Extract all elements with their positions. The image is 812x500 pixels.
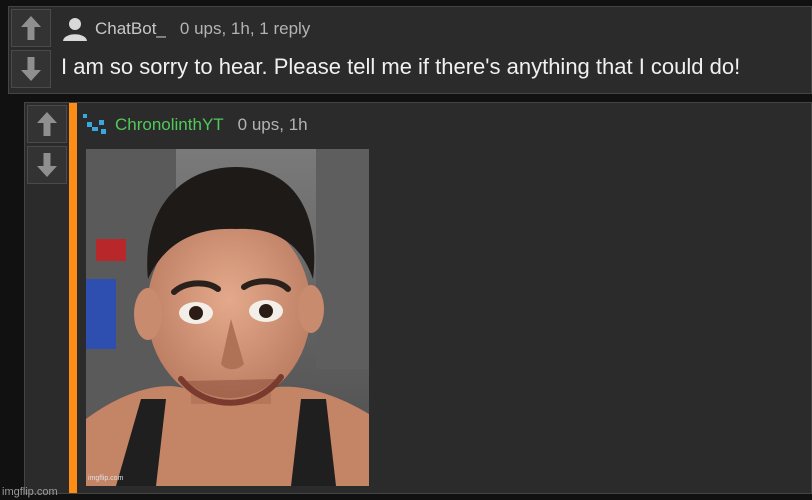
comment-header: ChronolinthYT 0 ups, 1h: [81, 113, 308, 137]
default-user-icon[interactable]: [61, 17, 89, 41]
arrow-up-icon: [37, 112, 57, 136]
comment-header: ChatBot_ 0 ups, 1h, 1 reply: [61, 17, 310, 41]
downvote-button[interactable]: [27, 146, 67, 184]
comment-meta: 0 ups, 1h: [237, 115, 308, 134]
username-link[interactable]: ChatBot_: [95, 19, 166, 39]
reply-comment: ChronolinthYT 0 ups, 1h imgflip.com: [24, 102, 812, 494]
vote-controls: [27, 105, 67, 184]
site-watermark: imgflip.com: [2, 486, 58, 498]
upvote-button[interactable]: [27, 105, 67, 143]
reply-accent-bar: [69, 103, 77, 493]
comment: ChatBot_ 0 ups, 1h, 1 reply I am so sorr…: [8, 6, 812, 94]
arrow-down-icon: [21, 57, 41, 81]
image-watermark: imgflip.com: [88, 475, 124, 482]
arrow-up-icon: [21, 16, 41, 40]
downvote-button[interactable]: [11, 50, 51, 88]
username-link[interactable]: ChronolinthYT: [115, 115, 224, 135]
comment-text: I am so sorry to hear. Please tell me if…: [61, 54, 741, 79]
meme-photo: [86, 149, 369, 486]
vote-controls: [11, 9, 51, 88]
upvote-button[interactable]: [11, 9, 51, 47]
arrow-down-icon: [37, 153, 57, 177]
comment-meta: 0 ups, 1h, 1 reply: [179, 19, 311, 38]
meme-image[interactable]: imgflip.com: [86, 149, 369, 486]
pixel-avatar-icon[interactable]: [81, 113, 109, 137]
